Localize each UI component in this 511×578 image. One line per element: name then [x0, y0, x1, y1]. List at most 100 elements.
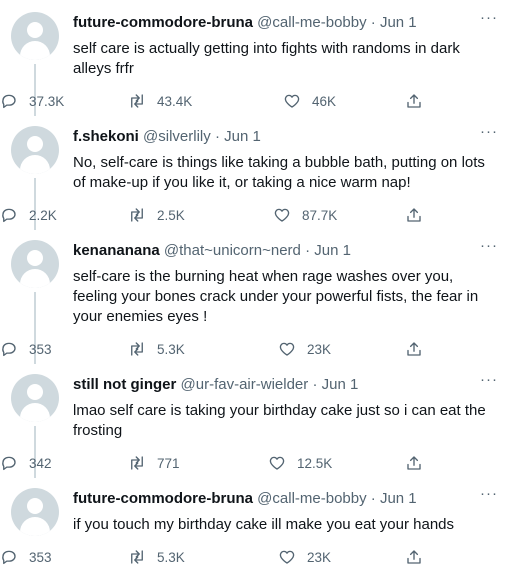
more-icon[interactable]: ···	[479, 372, 499, 395]
tweet-actions: 2.2K 2.5K 87.7K	[0, 205, 511, 225]
like-icon	[284, 94, 300, 108]
handle[interactable]: @silverlily	[143, 128, 211, 145]
retweet-icon	[131, 208, 143, 222]
tweet[interactable]: f.shekoni @silverlily · Jun 1 ··· No, se…	[0, 114, 511, 228]
tweet[interactable]: still not ginger @ur-fav-air-wielder · J…	[0, 362, 511, 476]
tweet-text: self care is actually getting into fight…	[73, 40, 460, 77]
handle[interactable]: @call-me-bobby	[257, 14, 366, 31]
display-name[interactable]: kenananana	[73, 242, 160, 259]
retweet-button[interactable]: 43.4K	[128, 91, 192, 111]
avatar[interactable]	[11, 374, 59, 422]
tweet-date[interactable]: Jun 1	[380, 14, 417, 31]
reply-icon	[2, 94, 16, 109]
more-icon[interactable]: ···	[479, 124, 499, 147]
avatar[interactable]	[11, 12, 59, 60]
tweet-header: future-commodore-bruna @call-me-bobby · …	[73, 489, 499, 509]
reply-count: 37.3K	[29, 93, 65, 109]
separator: ·	[370, 14, 376, 31]
share-icon	[407, 342, 421, 356]
tweet-actions: 353 5.3K 23K	[0, 339, 511, 359]
like-button[interactable]: 23K	[278, 547, 331, 567]
reply-icon	[2, 456, 16, 471]
avatar[interactable]	[11, 240, 59, 288]
share-button[interactable]	[405, 339, 423, 359]
tweet-date[interactable]: Jun 1	[224, 128, 261, 145]
like-button[interactable]: 23K	[278, 339, 331, 359]
retweet-icon	[131, 94, 143, 108]
like-button[interactable]: 12.5K	[268, 453, 332, 473]
share-button[interactable]	[405, 91, 423, 111]
like-button[interactable]: 87.7K	[273, 205, 337, 225]
tweet-header: f.shekoni @silverlily · Jun 1	[73, 127, 499, 147]
reply-button[interactable]: 353	[0, 339, 52, 359]
like-icon	[279, 550, 295, 564]
reply-count: 342	[29, 455, 52, 471]
tweet-text: lmao self care is taking your birthday c…	[73, 402, 486, 439]
like-count: 23K	[307, 549, 332, 565]
retweet-button[interactable]: 5.3K	[128, 547, 185, 567]
display-name[interactable]: still not ginger	[73, 376, 176, 393]
tweet[interactable]: future-commodore-bruna @call-me-bobby · …	[0, 476, 511, 578]
avatar[interactable]	[11, 126, 59, 174]
tweet-date[interactable]: Jun 1	[380, 490, 417, 507]
separator: ·	[312, 376, 318, 393]
retweet-button[interactable]: 771	[128, 453, 180, 473]
more-icon[interactable]: ···	[479, 238, 499, 261]
retweet-icon	[131, 456, 143, 470]
like-button[interactable]: 46K	[283, 91, 336, 111]
retweet-count: 5.3K	[157, 341, 185, 357]
tweet-actions: 37.3K 43.4K 46K	[0, 91, 511, 111]
share-icon	[407, 94, 421, 108]
handle[interactable]: @ur-fav-air-wielder	[181, 376, 309, 393]
separator: ·	[370, 490, 376, 507]
reply-icon	[2, 208, 16, 223]
tweet[interactable]: kenananana @that~unicorn~nerd · Jun 1 ··…	[0, 228, 511, 364]
like-count: 12.5K	[297, 455, 333, 471]
retweet-count: 5.3K	[157, 549, 185, 565]
reply-count: 2.2K	[29, 207, 57, 223]
retweet-count: 2.5K	[157, 207, 185, 223]
display-name[interactable]: future-commodore-bruna	[73, 14, 253, 31]
retweet-icon	[131, 342, 143, 356]
reply-button[interactable]: 342	[0, 453, 52, 473]
share-button[interactable]	[405, 453, 423, 473]
more-icon[interactable]: ···	[479, 486, 499, 509]
display-name[interactable]: future-commodore-bruna	[73, 490, 253, 507]
reply-button[interactable]: 353	[0, 547, 52, 567]
tweet-text: No, self-care is things like taking a bu…	[73, 154, 485, 191]
reply-icon	[2, 342, 16, 357]
retweet-button[interactable]: 5.3K	[128, 339, 185, 359]
reply-button[interactable]: 37.3K	[0, 91, 64, 111]
more-icon[interactable]: ···	[479, 10, 499, 33]
display-name[interactable]: f.shekoni	[73, 128, 139, 145]
avatar[interactable]	[11, 488, 59, 536]
separator: ·	[305, 242, 311, 259]
tweet-actions: 342 771 12.5K	[0, 453, 511, 473]
like-icon	[279, 342, 295, 356]
tweet-actions: 353 5.3K 23K	[0, 547, 511, 567]
separator: ·	[214, 128, 220, 145]
tweet-text: self-care is the burning heat when rage …	[73, 268, 479, 325]
reply-icon	[2, 550, 16, 565]
like-icon	[269, 456, 285, 470]
share-icon	[407, 208, 421, 222]
tweet-date[interactable]: Jun 1	[322, 376, 359, 393]
share-icon	[407, 456, 421, 470]
tweet-date[interactable]: Jun 1	[314, 242, 351, 259]
retweet-button[interactable]: 2.5K	[128, 205, 185, 225]
tweet-header: still not ginger @ur-fav-air-wielder · J…	[73, 375, 499, 395]
retweet-count: 43.4K	[157, 93, 193, 109]
retweet-count: 771	[157, 455, 180, 471]
handle[interactable]: @that~unicorn~nerd	[164, 242, 301, 259]
tweet-text: if you touch my birthday cake ill make y…	[73, 516, 455, 533]
tweet[interactable]: future-commodore-bruna @call-me-bobby · …	[0, 0, 511, 116]
like-count: 46K	[312, 93, 337, 109]
handle[interactable]: @call-me-bobby	[257, 490, 366, 507]
reply-count: 353	[29, 341, 52, 357]
like-icon	[274, 208, 290, 222]
share-icon	[407, 550, 421, 564]
share-button[interactable]	[405, 205, 423, 225]
reply-button[interactable]: 2.2K	[0, 205, 57, 225]
share-button[interactable]	[405, 547, 423, 567]
tweet-header: future-commodore-bruna @call-me-bobby · …	[73, 13, 499, 33]
